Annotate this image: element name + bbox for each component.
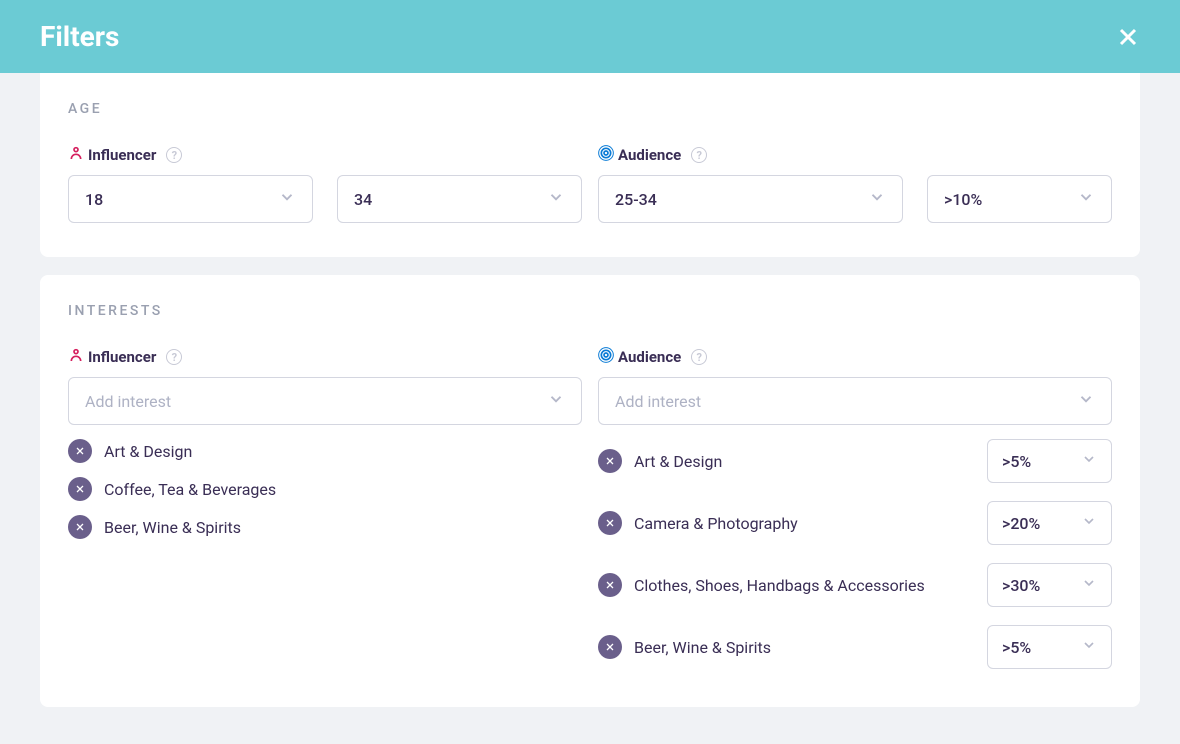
interest-percent-select[interactable]: >5% [987, 625, 1112, 669]
audience-icon [598, 145, 614, 165]
interests-audience-col: Audience ? Add interest Art & Design >5% C… [598, 347, 1112, 673]
audience-interest-input[interactable]: Add interest [598, 377, 1112, 425]
tag-label: Clothes, Shoes, Handbags & Accessories [634, 576, 925, 595]
select-value: >10% [944, 190, 982, 209]
chevron-down-icon [868, 188, 886, 210]
chevron-down-icon [1081, 575, 1097, 595]
remove-icon[interactable] [68, 515, 92, 539]
interest-tag: Clothes, Shoes, Handbags & Accessories >3… [598, 563, 1112, 607]
age-influencer-col: Influencer ? 18 34 [68, 145, 582, 223]
select-value: 25-34 [615, 190, 657, 209]
chevron-down-icon [1077, 390, 1095, 412]
tag-label: Beer, Wine & Spirits [104, 518, 241, 537]
chevron-down-icon [547, 188, 565, 210]
select-value: >20% [1002, 514, 1040, 533]
tag-label: Coffee, Tea & Beverages [104, 480, 276, 499]
select-value: >5% [1002, 452, 1031, 471]
help-icon[interactable]: ? [166, 147, 182, 163]
interests-heading: INTERESTS [68, 303, 1112, 319]
interests-influencer-col: Influencer ? Add interest Art & Design Co… [68, 347, 582, 673]
tag-label: Art & Design [104, 442, 192, 461]
audience-interest-list: Art & Design>5%Camera & Photography>20%C… [598, 439, 1112, 673]
header-title: Filters [40, 20, 119, 53]
chevron-down-icon [1081, 513, 1097, 533]
age-audience-label: Audience [618, 146, 681, 164]
tag-label: Beer, Wine & Spirits [634, 638, 771, 657]
age-influencer-to-select[interactable]: 34 [337, 175, 582, 223]
interest-tag: Art & Design >5% [598, 439, 1112, 483]
interest-percent-select[interactable]: >20% [987, 501, 1112, 545]
chevron-down-icon [278, 188, 296, 210]
help-icon[interactable]: ? [691, 147, 707, 163]
interest-tag: Coffee, Tea & Beverages [68, 477, 582, 501]
age-influencer-label: Influencer [88, 146, 156, 164]
interest-percent-select[interactable]: >5% [987, 439, 1112, 483]
interest-percent-select[interactable]: >30% [987, 563, 1112, 607]
age-audience-col: Audience ? 25-34 >10% [598, 145, 1112, 223]
age-audience-percent-select[interactable]: >10% [927, 175, 1112, 223]
influencer-icon [68, 347, 84, 367]
input-placeholder: Add interest [615, 392, 701, 411]
influencer-icon [68, 145, 84, 165]
input-placeholder: Add interest [85, 392, 171, 411]
interest-tag: Beer, Wine & Spirits [68, 515, 582, 539]
chevron-down-icon [1081, 451, 1097, 471]
chevron-down-icon [547, 390, 565, 412]
remove-icon[interactable] [598, 511, 622, 535]
age-heading: AGE [68, 101, 1112, 117]
tag-label: Art & Design [634, 452, 722, 471]
select-value: >5% [1002, 638, 1031, 657]
remove-icon[interactable] [68, 477, 92, 501]
interests-panel: INTERESTS Influencer ? Add interest A [40, 275, 1140, 707]
audience-icon [598, 347, 614, 367]
interests-influencer-label: Influencer [88, 348, 156, 366]
influencer-interest-input[interactable]: Add interest [68, 377, 582, 425]
tag-label: Camera & Photography [634, 514, 798, 533]
remove-icon[interactable] [598, 573, 622, 597]
select-value: 34 [354, 190, 372, 209]
close-icon[interactable] [1116, 25, 1140, 49]
chevron-down-icon [1077, 188, 1095, 210]
age-panel: AGE Influencer ? 18 [40, 73, 1140, 257]
remove-icon[interactable] [598, 635, 622, 659]
age-audience-range-select[interactable]: 25-34 [598, 175, 903, 223]
select-value: >30% [1002, 576, 1040, 595]
filters-header: Filters [0, 0, 1180, 73]
remove-icon[interactable] [598, 449, 622, 473]
interest-tag: Beer, Wine & Spirits >5% [598, 625, 1112, 669]
chevron-down-icon [1081, 637, 1097, 657]
interests-audience-label: Audience [618, 348, 681, 366]
help-icon[interactable]: ? [166, 349, 182, 365]
interest-tag: Art & Design [68, 439, 582, 463]
remove-icon[interactable] [68, 439, 92, 463]
age-influencer-from-select[interactable]: 18 [68, 175, 313, 223]
influencer-interest-list: Art & Design Coffee, Tea & Beverages Beer,… [68, 439, 582, 539]
interest-tag: Camera & Photography >20% [598, 501, 1112, 545]
help-icon[interactable]: ? [691, 349, 707, 365]
select-value: 18 [85, 190, 103, 209]
